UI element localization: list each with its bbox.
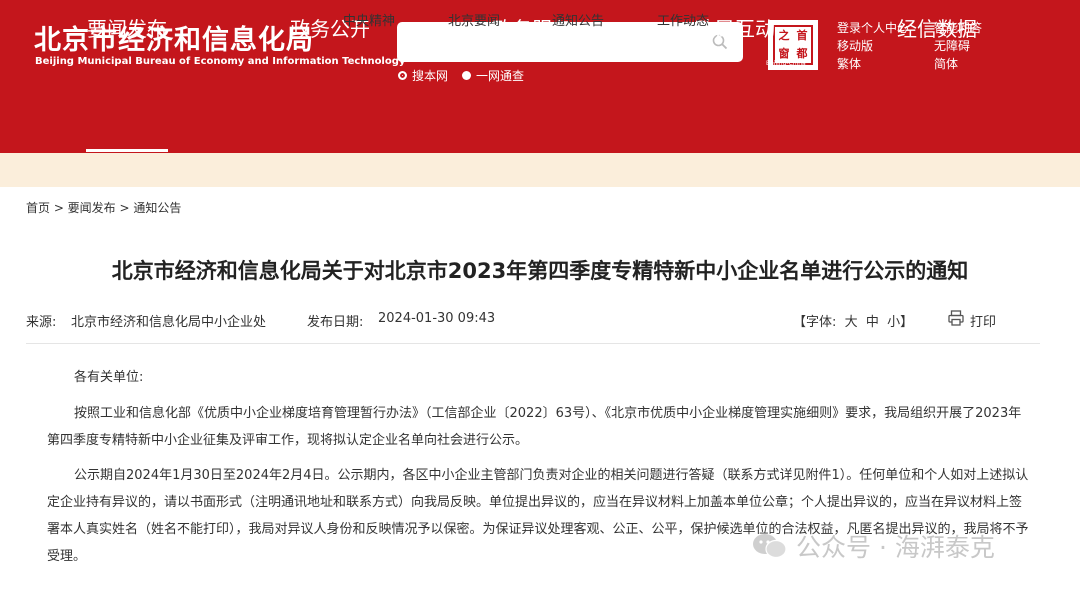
source-label: 来源: (26, 315, 57, 330)
print-icon[interactable] (947, 309, 965, 327)
search-scope: 搜本网 一网通查 (398, 67, 524, 84)
wechat-watermark: 公众号 · 海湃泰克 (752, 528, 995, 564)
traditional-link[interactable]: 繁体 (837, 55, 909, 73)
article-title: 北京市经济和信息化局关于对北京市2023年第四季度专精特新中小企业名单进行公示的… (111, 259, 969, 283)
radio-all-label[interactable]: 一网通查 (476, 67, 524, 84)
meta-divider (26, 343, 1040, 344)
nav-news[interactable]: 要闻发布 (87, 13, 167, 42)
paragraph-1: 按照工业和信息化部《优质中小企业梯度培育管理暂行办法》（工信部企业〔2022〕6… (47, 406, 1022, 448)
sub-nav (0, 153, 1080, 187)
simplified-link[interactable]: 简体 (934, 55, 982, 73)
seal-char: 之 (778, 29, 790, 42)
seal-caption: Beijing-China (766, 60, 806, 67)
subnav-beijing[interactable]: 北京要闻 (448, 10, 500, 29)
main-nav (0, 101, 1080, 153)
radio-all[interactable] (462, 71, 472, 80)
print-button[interactable]: 打印 (970, 311, 996, 330)
wechat-icon (753, 534, 787, 559)
publish-date: 2024-01-30 09:43 (378, 311, 496, 326)
date-label: 发布日期: (307, 315, 364, 330)
subnav-work[interactable]: 工作动态 (657, 10, 709, 29)
source-value: 北京市经济和信息化局中小企业处 (71, 315, 267, 330)
subnav-central[interactable]: 中央精神 (343, 10, 395, 29)
salutation: 各有关单位: (74, 370, 144, 385)
radio-site[interactable] (398, 71, 407, 80)
nav-data[interactable]: 经信数据 (897, 13, 977, 42)
site-logo-cn[interactable]: 北京市经济和信息化局 (34, 18, 314, 57)
site-logo-en[interactable]: Beijing Municipal Bureau of Economy and … (35, 56, 405, 67)
radio-site-label[interactable]: 搜本网 (412, 67, 448, 84)
font-size-control[interactable]: 【字体: 大 中 小】 (793, 311, 913, 330)
breadcrumb[interactable]: 首页 > 要闻发布 > 通知公告 (26, 199, 181, 216)
subnav-notice[interactable]: 通知公告 (552, 10, 604, 29)
nav-active-indicator (86, 149, 168, 152)
seal-char: 首 (796, 29, 808, 42)
watermark-text: 公众号 · 海湃泰克 (796, 533, 995, 562)
